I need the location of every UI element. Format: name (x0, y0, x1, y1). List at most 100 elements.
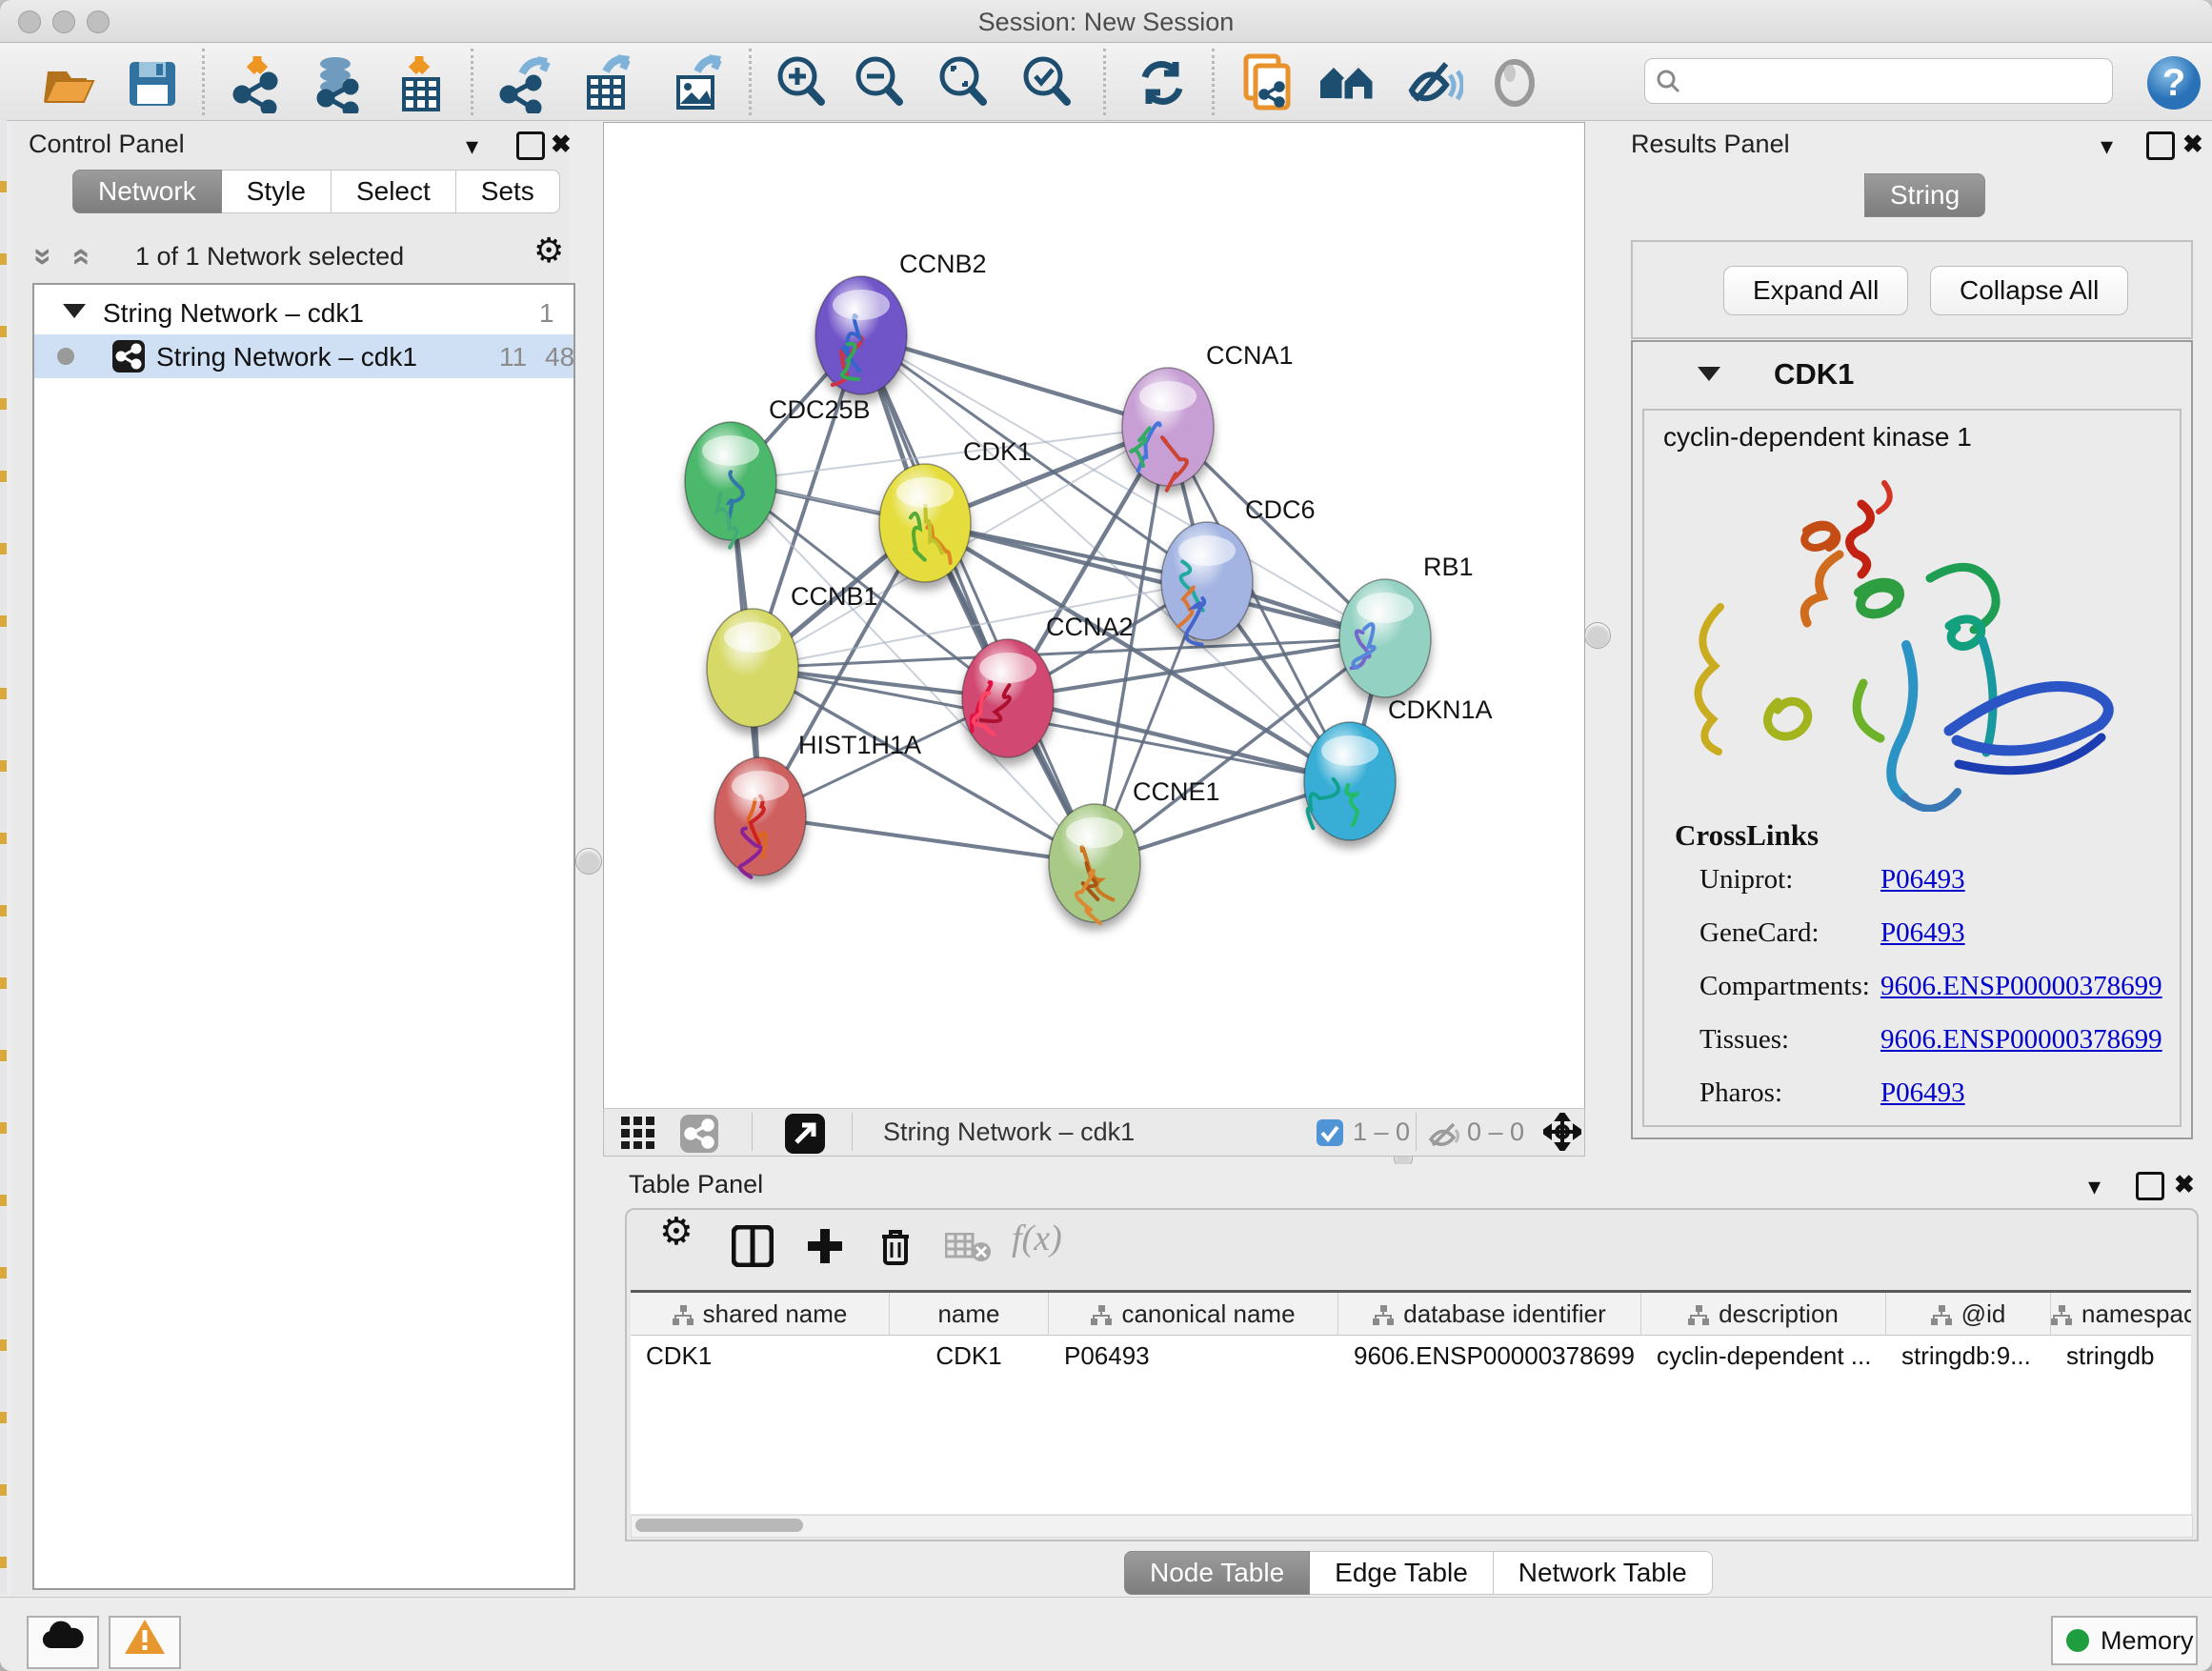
help-button[interactable]: ? (2143, 52, 2204, 113)
show-columns-icon[interactable] (732, 1225, 774, 1267)
crosslink-link[interactable]: 9606.ENSP00000378699 (1880, 1024, 2162, 1056)
gene-section-header[interactable]: CDK1 (1633, 342, 2191, 409)
copy-network-button[interactable] (1237, 52, 1297, 113)
column-header-canonical-name[interactable]: canonical name (1049, 1293, 1338, 1336)
network-node-HIST1H1A[interactable]: HIST1H1A (714, 731, 921, 877)
network-node-CCNE1[interactable]: CCNE1 (1049, 777, 1220, 923)
node-table[interactable]: shared namenamecanonical namedatabase id… (631, 1290, 2191, 1514)
zoom-selected-button[interactable] (1017, 52, 1078, 113)
collapse-all-button[interactable]: Collapse All (1930, 266, 2128, 315)
crosslink-link[interactable]: 9606.ENSP00000378699 (1880, 971, 2162, 1002)
network-edge[interactable] (861, 335, 1095, 863)
column-header-description[interactable]: description (1641, 1293, 1886, 1336)
open-session-button[interactable] (36, 52, 97, 113)
table-cell[interactable]: 9606.ENSP00000378699 (1338, 1336, 1640, 1376)
import-network-from-file-button[interactable] (229, 52, 290, 113)
tab-sets[interactable]: Sets (456, 170, 560, 213)
float-menu-icon[interactable]: ▾ (2101, 133, 2113, 158)
expand-all-icon[interactable]: » (61, 248, 98, 266)
column-header-name[interactable]: name (890, 1293, 1049, 1336)
column-header-database-identifier[interactable]: database identifier (1338, 1293, 1641, 1336)
network-collection-row[interactable]: String Network – cdk1 1 (34, 291, 573, 334)
memory-button[interactable]: Memory (2051, 1616, 2198, 1665)
delete-column-icon[interactable] (875, 1225, 916, 1267)
close-panel-icon[interactable]: ✖ (2174, 1172, 2195, 1197)
crosslink-link[interactable]: P06493 (1880, 917, 1965, 949)
right-splitter-handle[interactable] (1584, 622, 1611, 649)
export-image-button[interactable] (667, 52, 728, 113)
tab-edge-table[interactable]: Edge Table (1310, 1551, 1494, 1595)
close-panel-icon[interactable]: ✖ (551, 131, 572, 156)
export-table-button[interactable] (577, 52, 638, 113)
crosslink-label: Tissues: (1699, 1024, 1789, 1055)
float-panel-icon[interactable] (516, 131, 545, 160)
scrollbar-thumb[interactable] (635, 1519, 803, 1532)
network-list-toolbar: » » 1 of 1 Network selected ⚙ (11, 234, 569, 282)
column-header-shared-name[interactable]: shared name (631, 1293, 890, 1336)
network-row[interactable]: String Network – cdk1 11 48 (34, 334, 573, 378)
fit-selection-crosshair-icon[interactable] (1543, 1113, 1581, 1151)
table-cell[interactable]: stringdb (2051, 1336, 2191, 1376)
table-cell[interactable]: cyclin-dependent ... (1641, 1336, 1885, 1376)
tab-string[interactable]: String (1864, 173, 1985, 217)
float-menu-icon[interactable]: ▾ (466, 133, 478, 158)
warning-button[interactable] (109, 1616, 181, 1669)
tab-style[interactable]: Style (222, 170, 332, 213)
column-header-@id[interactable]: @id (1886, 1293, 2051, 1336)
float-panel-icon[interactable] (2146, 131, 2175, 160)
table-settings-gear-icon[interactable]: ⚙ (659, 1219, 694, 1244)
table-cell[interactable]: CDK1 (890, 1336, 1048, 1376)
selected-checkbox-icon[interactable] (1317, 1119, 1343, 1146)
float-menu-icon[interactable]: ▾ (2088, 1174, 2101, 1198)
network-node-RB1[interactable]: RB1 (1339, 553, 1474, 697)
expand-all-button[interactable]: Expand All (1723, 266, 1908, 315)
collapse-triangle-icon[interactable] (63, 304, 86, 318)
network-share-icon[interactable] (680, 1115, 718, 1153)
collapse-triangle-icon[interactable] (1698, 367, 1720, 381)
search-input[interactable] (1644, 58, 2113, 104)
crosslink-link[interactable]: P06493 (1880, 864, 1965, 896)
refresh-button[interactable] (1132, 52, 1193, 113)
zoom-fit-button[interactable] (934, 52, 995, 113)
home-button[interactable] (1317, 52, 1377, 113)
network-node-CCNA1[interactable]: CCNA1 (1122, 341, 1294, 491)
crosslink-link[interactable]: P06493 (1880, 1077, 1965, 1109)
table-cell[interactable]: CDK1 (631, 1336, 889, 1376)
import-table-from-file-button[interactable] (391, 52, 452, 113)
cloud-button[interactable] (27, 1616, 99, 1669)
expand-collapse-box: Expand All Collapse All (1631, 240, 2193, 339)
open-in-window-icon[interactable] (785, 1114, 825, 1154)
tab-network[interactable]: Network (72, 170, 222, 213)
zoom-in-button[interactable] (772, 52, 833, 113)
network-edge[interactable] (760, 816, 1095, 863)
left-splitter-handle[interactable] (575, 848, 602, 875)
gear-icon[interactable]: ⚙ (533, 238, 564, 263)
tab-select[interactable]: Select (332, 170, 456, 213)
node-label: CDKN1A (1388, 695, 1493, 724)
network-node-CDC25B[interactable]: CDC25B (685, 395, 871, 548)
network-edge[interactable] (861, 335, 1168, 427)
table-cell[interactable]: stringdb:9... (1886, 1336, 2050, 1376)
close-panel-icon[interactable]: ✖ (2182, 131, 2203, 156)
table-cell[interactable]: P06493 (1049, 1336, 1337, 1376)
save-session-button[interactable] (122, 52, 183, 113)
hide-panel-eye-icon-button[interactable] (1402, 52, 1463, 113)
add-column-icon[interactable] (804, 1225, 846, 1267)
toolbar-separator (1103, 49, 1106, 115)
column-header-namespace[interactable]: namespace (2051, 1293, 2191, 1336)
tab-node-table[interactable]: Node Table (1124, 1551, 1310, 1595)
float-panel-icon[interactable] (2136, 1172, 2164, 1200)
network-node-CDKN1A[interactable]: CDKN1A (1304, 695, 1493, 840)
collapse-all-icon[interactable]: » (25, 248, 62, 266)
zoom-out-button[interactable] (850, 52, 911, 113)
birds-eye-view-icon[interactable] (621, 1117, 655, 1149)
table-horizontal-scrollbar[interactable] (631, 1515, 2193, 1538)
network-canvas[interactable]: CCNB2CCNA1CDC25BCDK1CDC6RB1CCNB1CCNA2CDK… (603, 122, 1585, 1110)
export-network-button[interactable] (497, 52, 558, 113)
crosslink-row: Uniprot:P06493 (1699, 864, 2176, 917)
node-label: CDK1 (963, 437, 1032, 466)
show-panel-eye-icon-button[interactable] (1486, 52, 1547, 113)
network-node-CDC6[interactable]: CDC6 (1161, 495, 1316, 645)
tab-network-table[interactable]: Network Table (1494, 1551, 1713, 1595)
import-network-from-database-button[interactable] (307, 52, 368, 113)
